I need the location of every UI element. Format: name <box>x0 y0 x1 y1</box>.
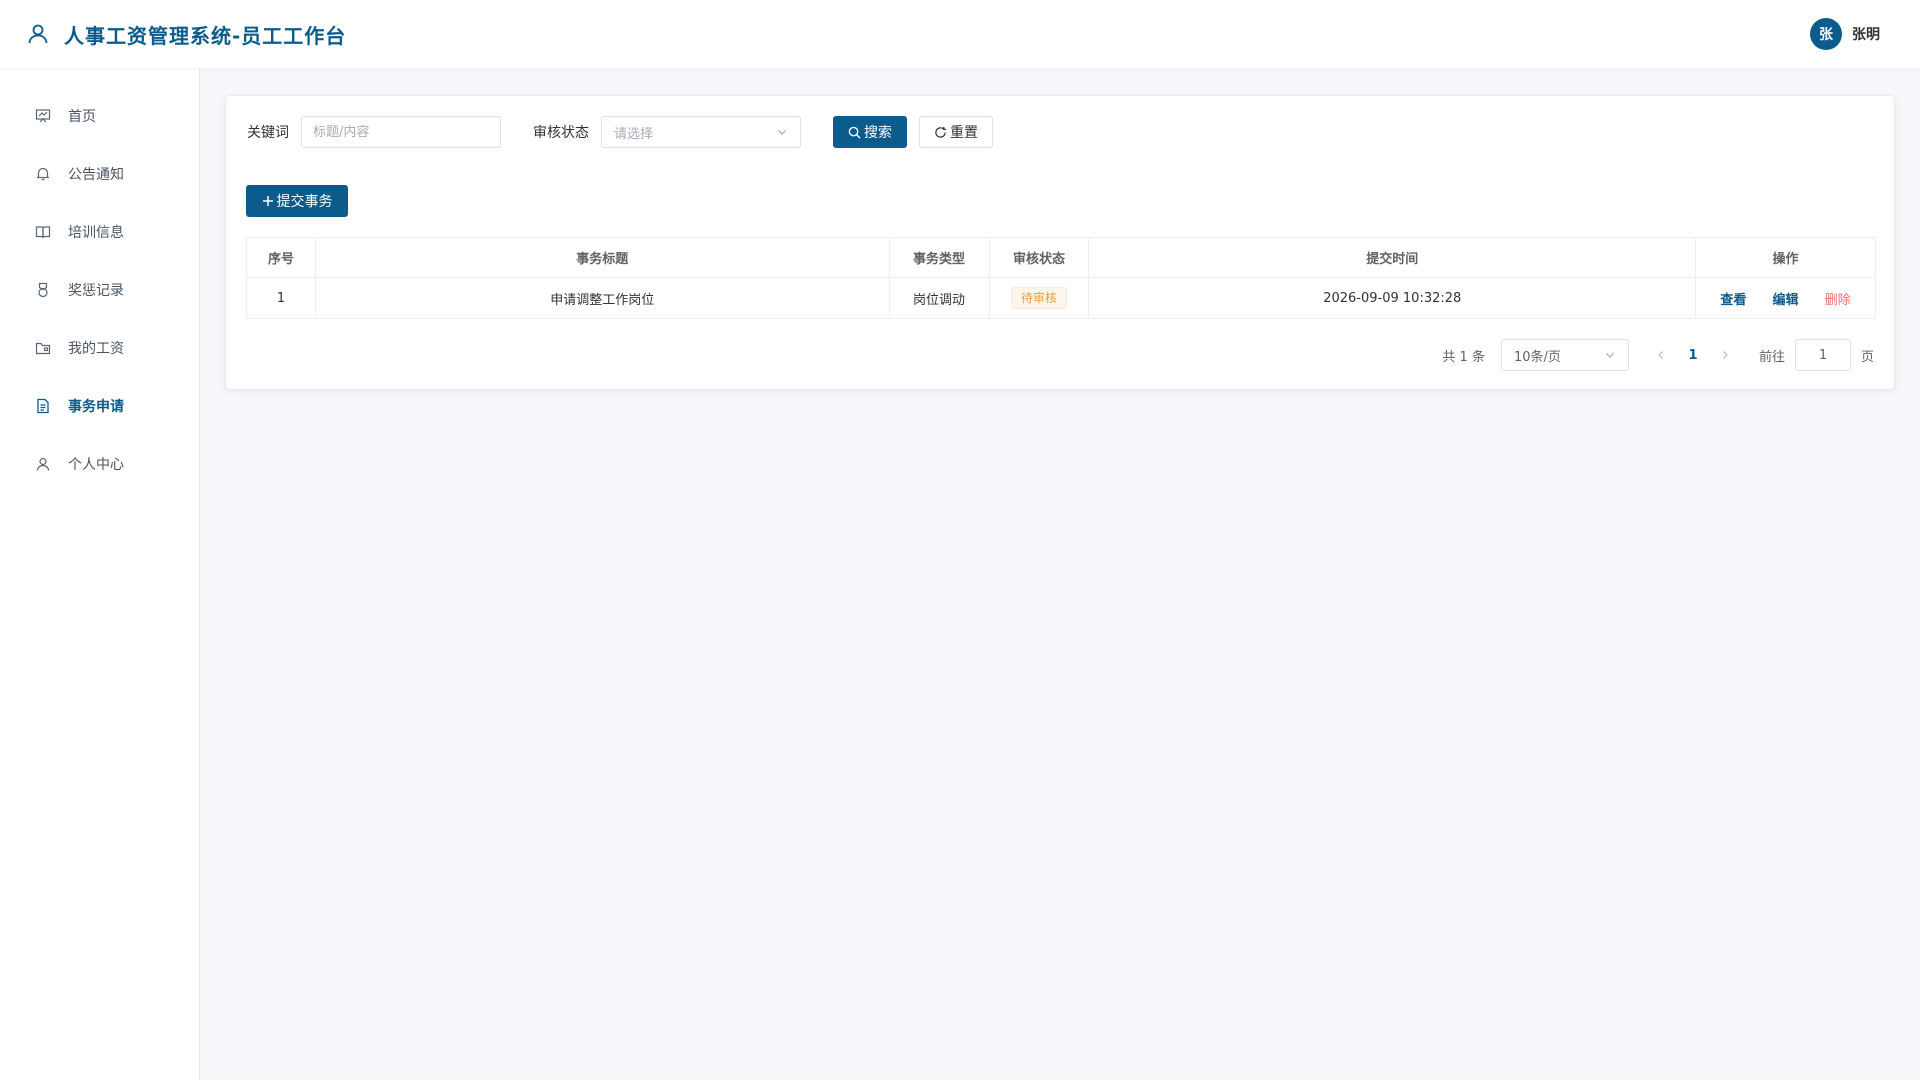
user-logo-icon <box>28 24 48 44</box>
sidebar-item-salary[interactable]: 我的工资 <box>0 319 199 377</box>
sidebar-item-home[interactable]: 首页 <box>0 87 199 145</box>
page-size-value: 10条/页 <box>1513 349 1561 365</box>
sidebar-item-label: 事务申请 <box>68 399 124 415</box>
cell-submitted: 2026-09-09 10:32:28 <box>1088 277 1697 319</box>
column-header: 操作 <box>1695 237 1876 278</box>
status-select[interactable]: 请选择 <box>601 116 801 148</box>
chevron-right-icon <box>1723 351 1728 359</box>
cell-actions: 查看 编辑 删除 <box>1695 277 1876 319</box>
prev-page-button[interactable] <box>1645 339 1677 371</box>
bell-icon <box>34 165 52 183</box>
sidebar-item-label: 奖惩记录 <box>68 283 124 299</box>
brand: 人事工资管理系统-员工工作台 <box>26 20 346 49</box>
column-header: 事务类型 <box>888 237 990 278</box>
requests-table: 序号 事务标题 事务类型 审核状态 提交时间 操作 1 申请调整工作岗位 岗位调… <box>246 237 1876 319</box>
status-select-placeholder: 请选择 <box>614 126 654 142</box>
user-icon <box>34 455 52 473</box>
user-name[interactable]: 张明 <box>1852 24 1880 44</box>
column-header: 事务标题 <box>314 237 890 278</box>
page-number-current[interactable]: 1 <box>1677 339 1709 371</box>
cell-type: 岗位调动 <box>888 277 990 319</box>
sidebar-item-requests[interactable]: 事务申请 <box>0 377 199 435</box>
next-page-button[interactable] <box>1709 339 1741 371</box>
status-badge: 待审核 <box>1010 287 1067 309</box>
user-menu[interactable]: 张 张明 <box>1810 18 1880 50</box>
column-header: 序号 <box>246 237 316 278</box>
sidebar-item-training[interactable]: 培训信息 <box>0 203 199 261</box>
book-icon <box>34 223 52 241</box>
goto-page-input[interactable] <box>1794 339 1851 371</box>
home-icon <box>34 107 52 125</box>
plus-icon <box>262 196 273 206</box>
delete-link[interactable]: 删除 <box>1825 293 1851 308</box>
search-button-label: 搜索 <box>864 125 892 141</box>
document-icon <box>34 397 52 415</box>
page-unit-label: 页 <box>1860 349 1874 365</box>
chevron-down-icon <box>1606 353 1614 358</box>
keyword-label: 关键词 <box>247 125 289 141</box>
submit-request-button[interactable]: 提交事务 <box>246 185 348 217</box>
column-header: 审核状态 <box>988 237 1090 278</box>
search-button[interactable]: 搜索 <box>833 116 907 148</box>
sidebar: 首页 公告通知 培训信息 奖惩记录 我的工资 事务申请 个人中心 <box>0 68 200 1080</box>
chevron-left-icon <box>1658 351 1663 359</box>
edit-link[interactable]: 编辑 <box>1773 293 1799 308</box>
pagination: 共 1 条 10条/页 1 前往 页 <box>1442 339 1874 371</box>
medal-icon <box>34 281 52 299</box>
submit-request-label: 提交事务 <box>276 194 333 210</box>
content-card: 关键词 审核状态 请选择 搜索 重置 提交事务 序号 事务标题 事务类型 审核状… <box>225 95 1895 390</box>
avatar[interactable]: 张 <box>1810 18 1842 50</box>
sidebar-item-label: 个人中心 <box>68 457 124 473</box>
cell-title: 申请调整工作岗位 <box>314 277 890 319</box>
top-header: 人事工资管理系统-员工工作台 张 张明 <box>0 0 1920 68</box>
filter-bar: 关键词 审核状态 请选择 搜索 重置 <box>247 116 993 148</box>
search-icon <box>848 126 861 139</box>
pagination-total: 共 1 条 <box>1442 349 1485 365</box>
wallet-icon <box>34 339 52 357</box>
keyword-input[interactable] <box>301 116 501 148</box>
table-header-row: 序号 事务标题 事务类型 审核状态 提交时间 操作 <box>246 237 1876 278</box>
sidebar-item-label: 公告通知 <box>68 167 124 183</box>
chevron-down-icon <box>778 130 786 135</box>
reset-button[interactable]: 重置 <box>919 116 993 148</box>
goto-label: 前往 <box>1758 349 1785 365</box>
sidebar-item-label: 我的工资 <box>68 341 124 357</box>
sidebar-item-announcements[interactable]: 公告通知 <box>0 145 199 203</box>
view-link[interactable]: 查看 <box>1720 293 1746 308</box>
refresh-icon <box>935 126 947 138</box>
status-label: 审核状态 <box>533 125 589 141</box>
sidebar-item-rewards[interactable]: 奖惩记录 <box>0 261 199 319</box>
column-header: 提交时间 <box>1088 237 1697 278</box>
reset-button-label: 重置 <box>950 125 978 141</box>
sidebar-item-label: 培训信息 <box>68 225 124 241</box>
sidebar-item-label: 首页 <box>68 109 96 125</box>
app-title: 人事工资管理系统-员工工作台 <box>64 23 347 48</box>
sidebar-item-profile[interactable]: 个人中心 <box>0 435 199 493</box>
table-row: 1 申请调整工作岗位 岗位调动 待审核 2026-09-09 10:32:28 … <box>246 277 1876 319</box>
page-size-select[interactable]: 10条/页 <box>1500 339 1629 371</box>
cell-status: 待审核 <box>988 277 1090 319</box>
cell-index: 1 <box>246 277 316 319</box>
